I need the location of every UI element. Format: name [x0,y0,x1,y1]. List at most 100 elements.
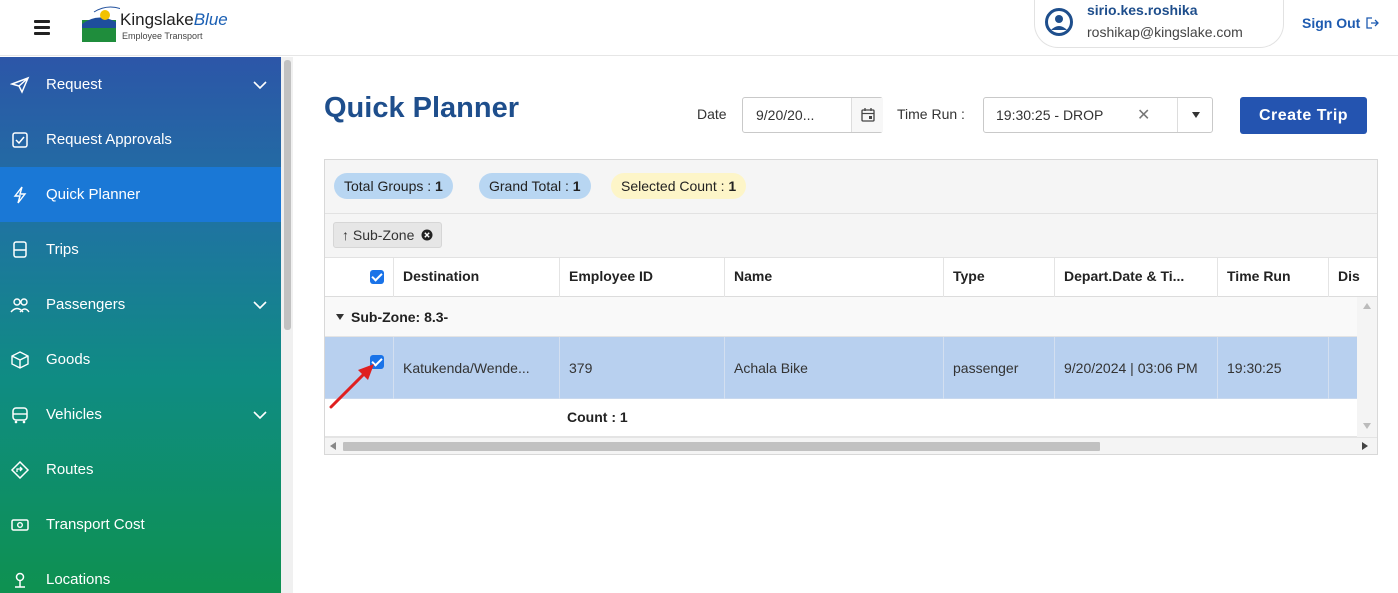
group-row-label: Sub-Zone: 8.3- [351,309,449,325]
sidebar-scrollbar-thumb[interactable] [284,60,291,330]
group-chip-label: Sub-Zone [352,227,415,243]
scroll-left-icon[interactable] [330,442,336,450]
select-all-checkbox[interactable] [370,270,384,284]
vehicle-icon [12,406,28,423]
sidebar-item-label: Goods [46,351,91,368]
user-email: roshikap@kingslake.com [1087,24,1243,40]
create-trip-button[interactable]: Create Trip [1240,97,1367,134]
summary-bar: Total Groups : 1 Grand Total : 1 Selecte… [325,160,1377,214]
horizontal-scrollbar-thumb[interactable] [343,442,1100,451]
column-header-name[interactable]: Name [724,258,943,297]
approval-checklist-icon [12,131,28,148]
cell-time-run: 19:30:25 [1217,337,1328,399]
avatar [1045,8,1073,36]
row-checkbox[interactable] [370,355,384,369]
sidebar-item-label: Quick Planner [46,186,141,203]
clear-icon[interactable]: ✕ [1137,105,1150,125]
date-value: 9/20/20... [756,107,815,123]
paper-plane-icon [10,76,30,94]
user-avatar-icon [1051,15,1067,30]
lightning-icon [13,186,27,203]
sidebar-item-label: Transport Cost [46,516,145,533]
kingslake-logo: KingslakeBlue Employee Transport [80,6,255,50]
top-header: KingslakeBlue Employee Transport sirio.k… [0,0,1398,56]
grid-horizontal-scrollbar[interactable] [325,437,1377,454]
sidebar-item-transport-cost[interactable]: Transport Cost [0,497,281,552]
bus-front-icon [13,240,27,258]
column-header-employee-id[interactable]: Employee ID [559,258,724,297]
chevron-down-icon[interactable] [250,295,270,315]
chevron-down-icon[interactable] [250,405,270,425]
column-header-destination[interactable]: Destination [393,258,559,297]
cell-employee-id: 379 [559,337,724,399]
column-header-distance[interactable]: Dis [1328,258,1377,297]
sidebar-item-routes[interactable]: Routes [0,442,281,497]
column-header-type[interactable]: Type [943,258,1054,297]
grand-total-pill: Grand Total : 1 [479,173,591,199]
time-run-value: 19:30:25 - DROP [996,107,1104,123]
group-count-label: Count : 1 [567,409,628,425]
cell-name: Achala Bike [724,337,943,399]
sign-out-link[interactable]: Sign Out [1302,15,1380,31]
sidebar-item-locations[interactable]: Locations [0,552,281,593]
user-profile[interactable]: sirio.kes.roshika roshikap@kingslake.com [1034,0,1284,48]
caret-down-icon [1192,112,1200,118]
route-icon [10,460,30,479]
group-by-bar: ↑ Sub-Zone [325,214,1377,258]
chevron-down-icon[interactable] [250,75,270,95]
page-title: Quick Planner [324,92,520,124]
group-footer-row: Count : 1 [325,399,1357,437]
time-run-select[interactable]: 19:30:25 - DROP ✕ [983,97,1213,133]
group-row[interactable]: Sub-Zone: 8.3- [325,297,1357,337]
sort-arrow-icon: ↑ [342,227,349,243]
hamburger-menu-icon[interactable] [34,20,50,35]
cell-depart-date: 9/20/2024 | 03:06 PM [1054,337,1217,399]
sidebar-item-label: Vehicles [46,406,102,423]
sidebar-item-request[interactable]: Request [0,57,281,112]
sidebar-item-request-approvals[interactable]: Request Approvals [0,112,281,167]
cell-destination: Katukenda/Wende... [393,337,559,399]
user-name: sirio.kes.roshika [1087,2,1198,18]
sidebar-nav: Request Request Approvals Quick Planner … [0,57,281,593]
grid-header-row: Destination Employee ID Name Type Depart… [325,258,1377,297]
money-icon [11,518,29,531]
sidebar-item-label: Trips [46,241,79,258]
location-pin-icon [15,572,25,588]
sign-out-icon [1366,17,1380,29]
remove-group-icon[interactable] [421,229,433,241]
dropdown-toggle[interactable] [1177,98,1213,132]
cell-distance [1328,337,1357,399]
sidebar-item-label: Request Approvals [46,131,172,148]
selected-count-pill: Selected Count : 1 [611,173,747,199]
table-row[interactable]: Katukenda/Wende... 379 Achala Bike passe… [325,337,1357,399]
group-chip-sub-zone[interactable]: ↑ Sub-Zone [333,222,443,248]
calendar-icon [861,108,875,122]
date-label: Date [697,106,727,122]
calendar-button[interactable] [851,98,883,132]
sidebar-item-label: Request [46,76,102,93]
sidebar-item-label: Passengers [46,296,126,313]
logo-text: KingslakeBlue [120,10,228,29]
scroll-down-icon[interactable] [1363,423,1371,429]
column-header-depart-date[interactable]: Depart.Date & Ti... [1054,258,1217,297]
date-picker-input[interactable]: 9/20/20... [742,97,883,133]
sidebar-item-quick-planner[interactable]: Quick Planner [0,167,281,222]
sign-out-label: Sign Out [1302,15,1361,31]
planner-grid: Total Groups : 1 Grand Total : 1 Selecte… [324,159,1378,455]
sidebar-item-goods[interactable]: Goods [0,332,281,387]
scroll-up-icon[interactable] [1363,303,1371,309]
sidebar-item-vehicles[interactable]: Vehicles [0,387,281,442]
scroll-right-icon[interactable] [1362,442,1368,450]
logo-mark-icon [82,6,120,42]
app-root: KingslakeBlue Employee Transport sirio.k… [0,0,1398,593]
sidebar-item-label: Locations [46,571,111,588]
caret-down-icon[interactable] [335,313,345,321]
sidebar-item-trips[interactable]: Trips [0,222,281,277]
sidebar-item-passengers[interactable]: Passengers [0,277,281,332]
total-groups-pill: Total Groups : 1 [334,173,453,199]
people-icon [10,297,30,312]
logo-tagline: Employee Transport [122,31,203,41]
sidebar-item-label: Routes [46,461,94,478]
column-header-time-run[interactable]: Time Run [1217,258,1328,297]
grid-vertical-scrollbar[interactable] [1357,297,1377,437]
